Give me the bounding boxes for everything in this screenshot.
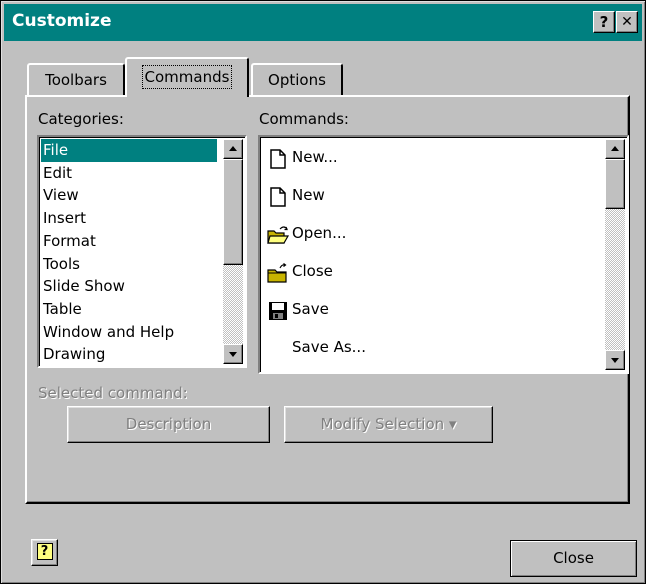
open-folder-icon [267, 226, 290, 244]
help-title-button[interactable]: ? [593, 11, 615, 33]
scroll-down-button[interactable] [223, 344, 243, 364]
new-document-icon [270, 187, 286, 207]
close-folder-icon [267, 263, 287, 283]
category-item[interactable]: Tools [41, 253, 217, 276]
scroll-thumb[interactable] [223, 159, 243, 265]
command-label: New [292, 186, 325, 204]
command-item[interactable]: Save As... [262, 330, 598, 368]
command-item[interactable]: Save [262, 292, 598, 330]
categories-label: Categories: [38, 110, 124, 128]
modify-selection-label: Modify Selection [320, 415, 445, 433]
close-title-button[interactable]: ✕ [616, 11, 638, 33]
tab-toolbars[interactable]: Toolbars [27, 63, 125, 97]
category-item[interactable]: File [41, 139, 217, 162]
scroll-thumb[interactable] [605, 159, 625, 209]
description-button[interactable]: Description [67, 406, 270, 443]
chevron-up-icon [229, 146, 237, 151]
window-title: Customize [12, 11, 112, 31]
scroll-down-button[interactable] [605, 350, 625, 370]
selected-command-label: Selected command: [38, 384, 188, 402]
command-label: Open... [292, 224, 347, 242]
tab-commands[interactable]: Commands [125, 57, 249, 97]
chevron-down-icon [229, 352, 237, 357]
commands-scrollbar[interactable] [605, 139, 625, 370]
category-item[interactable]: Edit [41, 162, 217, 185]
category-item[interactable]: Window and Help [41, 321, 217, 344]
close-button[interactable]: Close [510, 540, 637, 577]
tab-options-label: Options [268, 71, 326, 89]
command-item[interactable]: Close [262, 254, 598, 292]
command-label: New... [292, 148, 338, 166]
command-label: Save [292, 300, 329, 318]
commands-list[interactable]: New... New Open... Close Save Save As... [258, 135, 629, 374]
command-item[interactable]: New... [262, 140, 598, 178]
new-document-icon [270, 149, 286, 169]
dropdown-arrow-icon: ▾ [448, 415, 457, 433]
command-item[interactable]: Open... [262, 216, 598, 254]
modify-selection-button[interactable]: Modify Selection ▾ [284, 406, 493, 443]
category-item[interactable]: Slide Show [41, 275, 217, 298]
command-label: Close [292, 262, 333, 280]
chevron-up-icon [611, 146, 619, 151]
commands-label: Commands: [259, 110, 349, 128]
tab-options[interactable]: Options [251, 63, 343, 97]
save-disk-icon [269, 302, 287, 320]
help-icon: ? [36, 543, 53, 560]
chevron-down-icon [611, 358, 619, 363]
help-button[interactable]: ? [31, 539, 58, 566]
scroll-up-button[interactable] [605, 139, 625, 159]
category-item[interactable]: Drawing [41, 343, 217, 366]
tab-toolbars-label: Toolbars [45, 71, 107, 89]
title-bar[interactable]: Customize ? ✕ [4, 4, 642, 41]
scroll-up-button[interactable] [223, 139, 243, 159]
categories-scrollbar[interactable] [223, 139, 243, 364]
close-button-label: Close [553, 549, 594, 567]
category-item[interactable]: View [41, 184, 217, 207]
command-item[interactable]: New [262, 178, 598, 216]
description-button-label: Description [125, 415, 212, 433]
customize-dialog: Customize ? ✕ Toolbars Commands Options … [0, 0, 646, 584]
categories-list[interactable]: File Edit View Insert Format Tools Slide… [37, 135, 247, 368]
category-item[interactable]: Format [41, 230, 217, 253]
category-item[interactable]: Insert [41, 207, 217, 230]
command-label: Save As... [292, 338, 366, 356]
category-item[interactable]: Table [41, 298, 217, 321]
tab-commands-label: Commands [141, 65, 233, 89]
